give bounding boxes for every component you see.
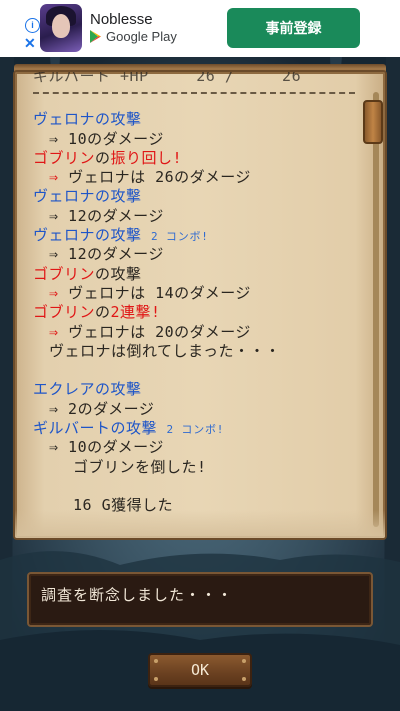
log-divider [33, 92, 355, 96]
log-text: 2 コンボ! [151, 230, 209, 244]
log-line: ⇒ ヴェロナは 20のダメージ [33, 323, 355, 342]
message-text: 調査を断念しました・・・ [41, 586, 234, 604]
log-text: 2 コンボ! [166, 423, 225, 437]
log-text: ゴブリンを倒した! [73, 457, 207, 476]
nail-icon [154, 677, 158, 681]
log-line: ⇒ 10のダメージ [33, 130, 355, 149]
log-text: ⇒ 2のダメージ [49, 399, 155, 418]
log-line: ヴェロナの攻撃 [33, 187, 355, 206]
log-text: の [95, 303, 111, 322]
log-line: ゴブリンの振り回し! [33, 149, 355, 168]
log-text: ⇒ 12のダメージ [49, 245, 164, 264]
log-text: 2連撃! [110, 303, 161, 322]
log-line: ⇒ 12のダメージ [33, 245, 355, 264]
info-icon[interactable]: i [25, 18, 40, 33]
ad-app-name[interactable]: Noblesse [90, 11, 153, 28]
log-line [33, 477, 355, 496]
google-play-icon [90, 30, 101, 43]
log-line: ゴブリンを倒した! [33, 458, 355, 477]
nail-icon [154, 659, 158, 663]
log-line: ⇒ 2のダメージ [33, 400, 355, 419]
ad-banner[interactable]: i ✕ Noblesse Google Play 事前登録 [0, 0, 400, 57]
log-text: ゴブリン [33, 303, 96, 322]
log-text: 16 G獲得した [73, 496, 174, 515]
log-text: ヴェロナは 20のダメージ [68, 322, 251, 341]
log-header-partial: ギルバート +HP 26 / 26 [33, 70, 302, 85]
log-text: ⇒ [49, 322, 69, 341]
log-text: ⇒ 12のダメージ [49, 206, 164, 225]
log-text: の [95, 148, 111, 167]
log-text: ヴェロナは 26のダメージ [68, 168, 251, 187]
pre-register-button[interactable]: 事前登録 [227, 8, 360, 48]
battle-log: ギルバート +HP 26 / 26 ヴェロナの攻撃 ⇒ 10のダメージ ゴブリンの振… [33, 70, 355, 516]
close-icon[interactable]: ✕ [24, 35, 36, 52]
log-text: ヴェロナの攻撃 [33, 110, 142, 129]
log-text: ヴェロナの攻撃 [33, 187, 142, 206]
nail-icon [242, 677, 246, 681]
log-line: ⇒ ヴェロナは 26のダメージ [33, 168, 355, 187]
log-text: ⇒ [49, 283, 69, 302]
app-logo-icon[interactable] [40, 4, 82, 52]
log-line: ゴブリンの2連撃! [33, 303, 355, 322]
log-text: ヴェロナは倒れてしまった・・・ [49, 341, 281, 360]
log-line [33, 361, 355, 380]
log-line: ヴェロナの攻撃 2 コンボ! [33, 226, 355, 245]
ad-store-label[interactable]: Google Play [90, 29, 177, 44]
log-text: ヴェロナの攻撃 [33, 226, 152, 245]
log-line: ギルバートの攻撃 2 コンボ! [33, 419, 355, 438]
log-line: ヴェロナは倒れてしまった・・・ [33, 342, 355, 361]
log-text: 振り回し! [110, 148, 183, 167]
scrollbar-track[interactable] [373, 92, 379, 527]
log-line: ゴブリンの攻撃 [33, 265, 355, 284]
message-box: 調査を断念しました・・・ [27, 572, 373, 627]
log-text: エクレアの攻撃 [33, 380, 142, 399]
log-line: ⇒ 12のダメージ [33, 207, 355, 226]
nail-icon [242, 659, 246, 663]
log-line: エクレアの攻撃 [33, 380, 355, 399]
log-text: ⇒ 10のダメージ [49, 129, 164, 148]
ok-label: OK [190, 661, 210, 679]
log-line: ⇒ ヴェロナは 14のダメージ [33, 284, 355, 303]
battle-log-scroll[interactable]: ギルバート +HP 26 / 26 ヴェロナの攻撃 ⇒ 10のダメージ ゴブリンの振… [13, 70, 387, 540]
log-text: の攻撃 [95, 264, 142, 283]
log-line: ⇒ 10のダメージ [33, 438, 355, 457]
store-name: Google Play [106, 29, 177, 44]
ok-button[interactable]: OK [148, 653, 252, 687]
log-line: ヴェロナの攻撃 [33, 110, 355, 129]
scrollbar-thumb[interactable] [363, 100, 383, 144]
log-text: ギルバートの攻撃 [33, 419, 167, 438]
log-line: 16 G獲得した [33, 496, 355, 515]
log-text: ゴブリン [33, 264, 96, 283]
log-text: ゴブリン [33, 148, 96, 167]
log-text: ⇒ 10のダメージ [49, 438, 164, 457]
log-text: ヴェロナは 14のダメージ [68, 283, 251, 302]
log-text: ⇒ [49, 168, 69, 187]
